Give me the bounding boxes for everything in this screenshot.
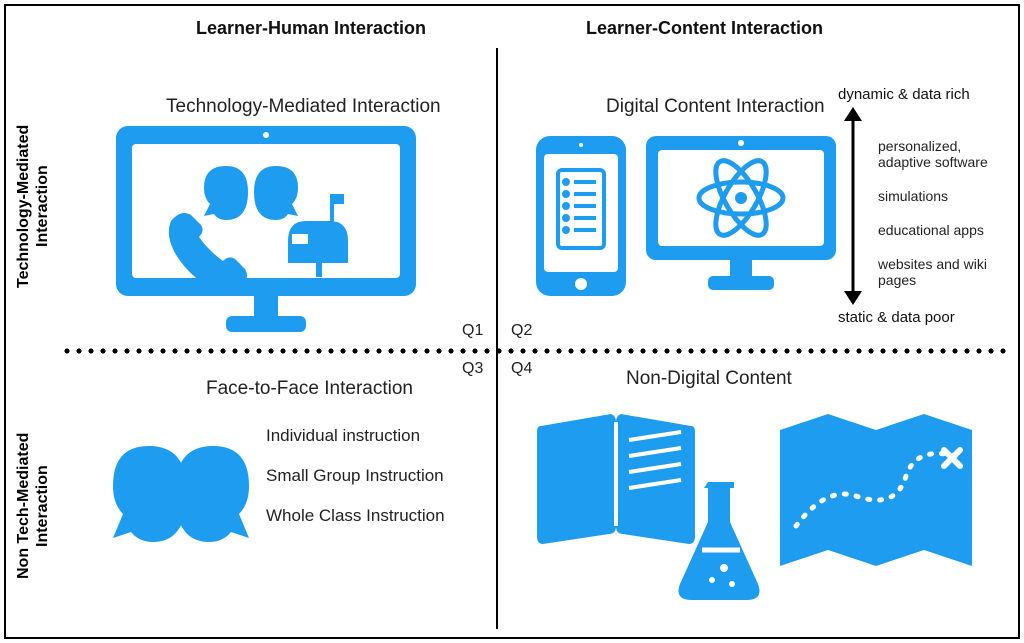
q3-list-item: Small Group Instruction [266,466,445,486]
flask-icon [676,476,766,606]
q3-code: Q3 [462,360,483,378]
arrow-bottom-label: static & data poor [838,309,998,326]
col-header-right: Learner-Content Interaction [586,18,823,39]
q3-list-item: Whole Class Instruction [266,506,445,526]
col-header-left: Learner-Human Interaction [196,18,426,39]
q3-list: Individual instruction Small Group Instr… [266,426,445,526]
q2-code: Q2 [511,322,532,340]
q3-title: Face-to-Face Interaction [206,378,413,400]
monitor-atom-icon [646,136,836,296]
q1-code: Q1 [462,322,483,340]
folded-map-icon [776,406,976,566]
row-label-top: Technology-Mediated Interaction [14,106,52,306]
double-arrow-icon [838,107,868,305]
vertical-divider [496,48,498,629]
q2-title: Digital Content Interaction [606,96,825,118]
q4-title: Non-Digital Content [626,368,792,390]
arrow-item: educational apps [878,222,998,238]
arrow-top-label: dynamic & data rich [838,86,998,103]
monitor-icon [116,126,416,336]
q3-list-item: Individual instruction [266,426,445,446]
q4-code: Q4 [511,360,532,378]
q1-title: Technology-Mediated Interaction [166,96,441,118]
arrow-scale: dynamic & data rich static & data poor p… [838,86,998,336]
arrow-item: personalized, adaptive software [878,138,998,170]
arrow-items: personalized, adaptive software simulati… [878,138,998,289]
two-heads-icon [101,436,261,556]
smartphone-list-icon [536,136,626,296]
arrow-item: simulations [878,188,998,204]
diagram-frame: Learner-Human Interaction Learner-Conten… [4,4,1020,639]
arrow-item: websites and wiki pages [878,256,998,288]
row-label-bottom: Non Tech-Mediated Interaction [14,406,52,606]
horizontal-divider-dotted [61,348,1006,354]
